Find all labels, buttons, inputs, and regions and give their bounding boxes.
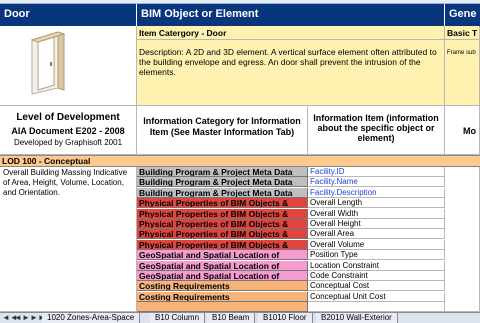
aia-document: AIA Document E202 - 2008	[11, 126, 125, 136]
info-category-header[interactable]: Information Category for Information Ite…	[137, 106, 308, 155]
prev-sheet-nav[interactable]: ◄	[14, 313, 22, 323]
info-item-cell[interactable]: Conceptual Unit Cost	[308, 291, 445, 302]
info-item-header[interactable]: Information Item (information about the …	[308, 106, 445, 155]
info-category-cell[interactable]: Costing Requirements	[137, 281, 308, 292]
frame-sub-text: Frame sub	[447, 50, 476, 56]
info-category-cell[interactable]: GeoSpatial and Spatial Location of	[137, 271, 308, 281]
table-row[interactable]: Physical Properties of BIM Objects & Over…	[137, 208, 480, 219]
developed-by: Developed by Graphisoft 2001	[13, 138, 123, 147]
info-category-cell[interactable]: Physical Properties of BIM Objects &	[137, 208, 308, 219]
info-category-cell[interactable]: GeoSpatial and Spatial Location of	[137, 250, 308, 261]
table-row[interactable]	[137, 302, 480, 313]
item-category-text: Item Catergory - Door	[139, 28, 227, 38]
lod-heading: Level of Development	[16, 112, 120, 123]
description-cell[interactable]: Description: A 2D and 3D element. A vert…	[137, 40, 445, 106]
info-category-text: Information Category for Information Ite…	[143, 116, 301, 137]
info-item-cell[interactable]: Facility.Name	[308, 177, 445, 188]
info-item-cell[interactable]: Overall Area	[308, 229, 445, 240]
tab-b1010-floor[interactable]: B1010 Floor	[258, 313, 313, 323]
tab-b10-beam[interactable]: B10 Beam	[207, 313, 256, 323]
door-image-cell[interactable]	[0, 26, 137, 106]
table-row[interactable]: Physical Properties of BIM Objects & Over…	[137, 239, 480, 250]
door-icon	[30, 31, 66, 95]
table-row[interactable]: Physical Properties of BIM Objects & Over…	[137, 229, 480, 240]
tab-b10-column[interactable]: B10 Column	[150, 313, 206, 323]
table-row[interactable]: GeoSpatial and Spatial Location of Code C…	[137, 271, 480, 281]
right-blank-column[interactable]	[445, 167, 480, 312]
gene-title-cell[interactable]: Gene	[445, 4, 480, 26]
description-text: Description: A 2D and 3D element. A vert…	[139, 47, 437, 77]
lod-header-cell[interactable]: Level of Development AIA Document E202 -…	[0, 106, 137, 155]
column-header-c[interactable]: C	[372, 0, 376, 2]
next-sheet-nav[interactable]: ►	[22, 313, 30, 323]
table-row[interactable]: Costing Requirements Conceptual Cost	[137, 281, 480, 292]
sheet-tab-bar: ◄◄ ◄ ► ►► 1020 Zones-Area-Space B10 Colu…	[0, 312, 480, 323]
gene-title: Gene	[449, 8, 477, 20]
info-item-text: Information Item (information about the …	[313, 113, 439, 143]
tab-b2010-wall-exterior[interactable]: B2010 Wall-Exterior	[316, 313, 398, 323]
info-item-cell[interactable]	[308, 302, 445, 313]
info-item-cell[interactable]: Code Constraint	[308, 271, 445, 281]
table-row[interactable]: Building Program & Project Meta Data Faci…	[137, 177, 480, 188]
info-item-cell[interactable]: Overall Length	[308, 198, 445, 209]
info-category-cell[interactable]: Costing Requirements	[137, 291, 308, 302]
table-row[interactable]: GeoSpatial and Spatial Location of Positi…	[137, 250, 480, 261]
info-item-cell[interactable]: Overall Width	[308, 208, 445, 219]
info-item-cell[interactable]: Conceptual Cost	[308, 281, 445, 292]
info-category-cell[interactable]: Physical Properties of BIM Objects &	[137, 229, 308, 240]
info-category-cell[interactable]: Building Program & Project Meta Data	[137, 187, 308, 198]
info-item-cell[interactable]: Position Type	[308, 250, 445, 261]
info-category-cell[interactable]: GeoSpatial and Spatial Location of	[137, 260, 308, 271]
frame-sub-cell[interactable]: Frame sub	[445, 40, 480, 106]
info-item-cell[interactable]: Facility.Description	[308, 187, 445, 198]
door-title-cell[interactable]: Door	[0, 4, 137, 26]
info-category-cell[interactable]	[137, 302, 308, 313]
table-row[interactable]: Physical Properties of BIM Objects & Over…	[137, 198, 480, 209]
info-item-cell[interactable]: Facility.ID	[308, 167, 445, 177]
column-header-b[interactable]: B	[300, 0, 304, 2]
info-item-cell[interactable]: Overall Height	[308, 219, 445, 229]
lod-description-text: Overall Building Massing Indicative of A…	[3, 168, 128, 197]
info-item-cell[interactable]: Location Constraint	[308, 260, 445, 271]
lod-100-row[interactable]: LOD 100 - Conceptual	[0, 155, 480, 167]
info-item-cell[interactable]: Overall Volume	[308, 239, 445, 250]
bim-title: BIM Object or Element	[141, 8, 259, 20]
basic-text: Basic T	[447, 28, 478, 38]
info-category-cell[interactable]: Building Program & Project Meta Data	[137, 167, 308, 177]
basic-cell[interactable]: Basic T	[445, 26, 480, 40]
table-row[interactable]: Physical Properties of BIM Objects & Over…	[137, 219, 480, 229]
item-category-cell[interactable]: Item Catergory - Door	[137, 26, 445, 40]
info-category-cell[interactable]: Building Program & Project Meta Data	[137, 177, 308, 188]
column-header-a[interactable]: A	[58, 0, 62, 2]
table-row[interactable]: Building Program & Project Meta Data Faci…	[137, 167, 480, 177]
tab-1020-zones[interactable]: 1020 Zones-Area-Space	[42, 313, 141, 323]
info-category-cell[interactable]: Physical Properties of BIM Objects &	[137, 219, 308, 229]
table-row[interactable]: Costing Requirements Conceptual Unit Cost	[137, 291, 480, 302]
door-title: Door	[4, 8, 30, 20]
lod-description-cell[interactable]: Overall Building Massing Indicative of A…	[0, 167, 137, 312]
info-category-cell[interactable]: Physical Properties of BIM Objects &	[137, 239, 308, 250]
table-row[interactable]: GeoSpatial and Spatial Location of Locati…	[137, 260, 480, 271]
mod-header-cell[interactable]: Mo	[445, 106, 480, 155]
mod-text: Mo	[463, 126, 476, 136]
column-header-d[interactable]: D	[450, 0, 454, 2]
lod-100-label: LOD 100 - Conceptual	[2, 156, 91, 166]
info-category-cell[interactable]: Physical Properties of BIM Objects &	[137, 198, 308, 209]
bim-title-cell[interactable]: BIM Object or Element	[137, 4, 445, 26]
table-row[interactable]: Building Program & Project Meta Data Faci…	[137, 187, 480, 198]
